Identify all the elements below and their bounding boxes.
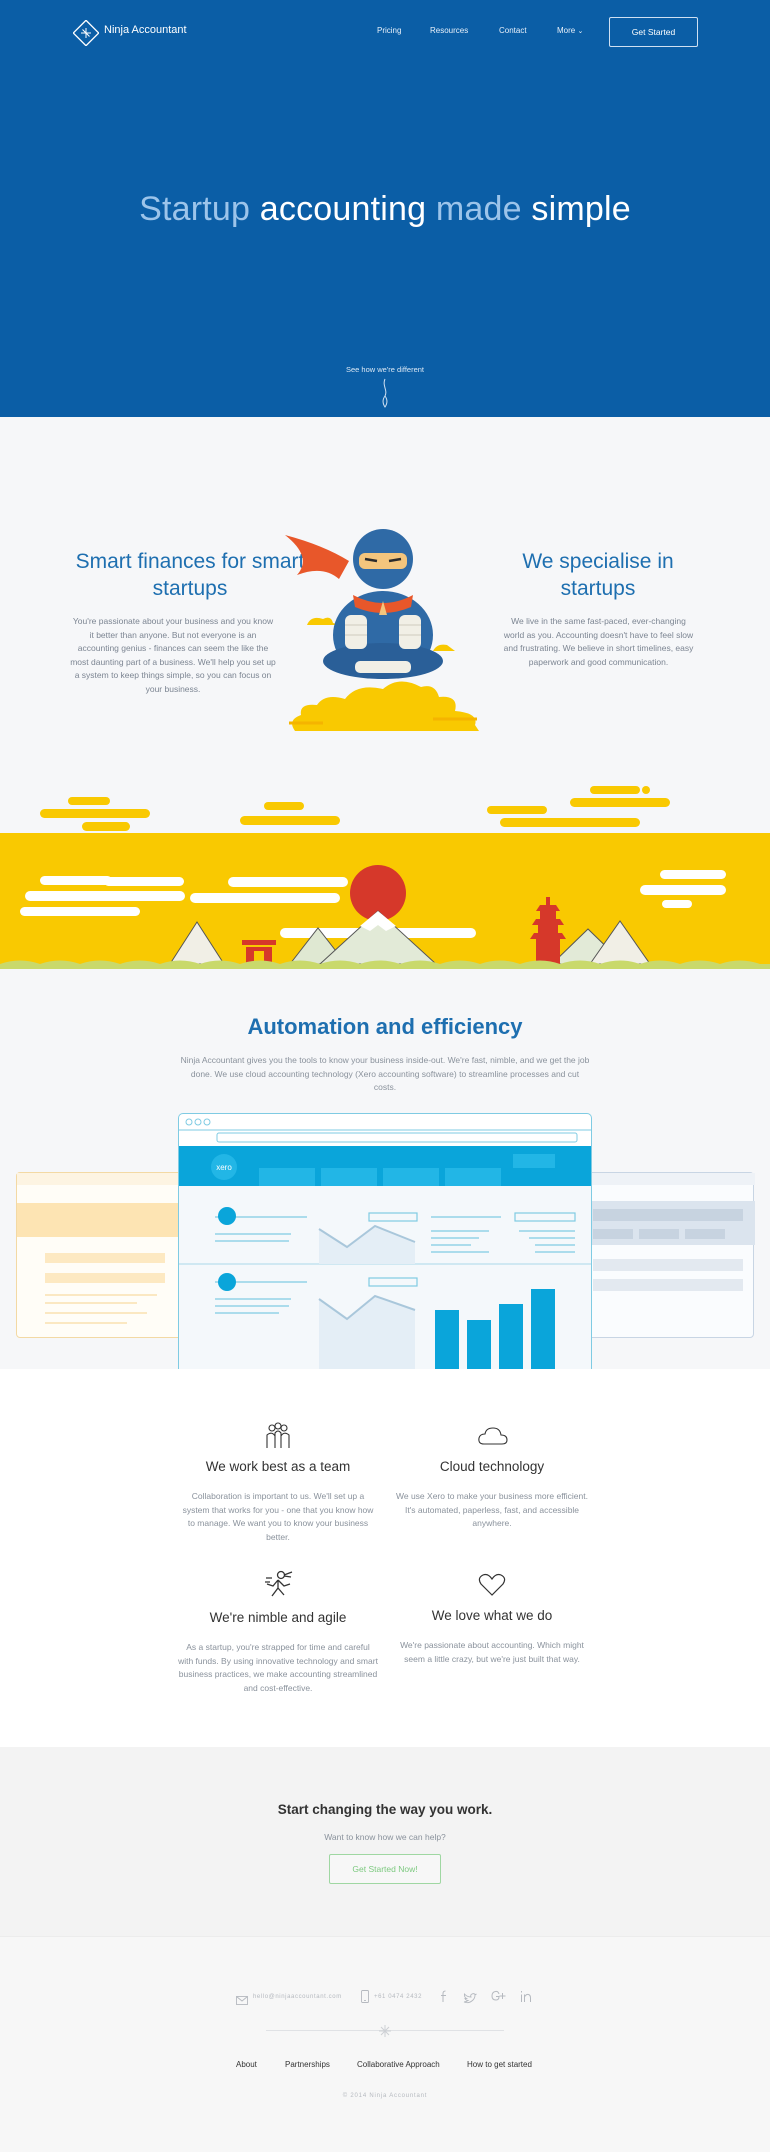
intro-left-title: Smart finances for smart startups: [75, 550, 305, 600]
copyright: © 2014 Ninja Accountant: [342, 2093, 428, 2099]
logo-icon[interactable]: [72, 19, 100, 47]
footer-email-link[interactable]: hello@ninjaaccountant.com: [253, 1994, 342, 2000]
feature-love-title: We love what we do: [431, 1608, 553, 1623]
intro-right-title: We specialise in startups: [522, 550, 674, 600]
hero-section: Ninja Accountant Pricing Resources Conta…: [0, 0, 770, 417]
cloud-icon: [477, 1425, 509, 1447]
xero-logo-text: xero: [216, 1162, 232, 1172]
sky-clouds-top: [0, 782, 770, 834]
get-started-button[interactable]: Get Started: [609, 17, 698, 47]
feature-cloud-text: We use Xero to make your business more e…: [396, 1491, 588, 1528]
feature-love-text: We're passionate about accounting. Which…: [400, 1640, 584, 1664]
intro-left-text: You're passionate about your business an…: [70, 616, 276, 694]
hero-title-part-3: made: [426, 190, 532, 228]
linkedin-icon[interactable]: [520, 1990, 532, 2003]
feature-nimble-title: We're nimble and agile: [209, 1610, 347, 1625]
footer-phone-link[interactable]: +61 0474 2432: [374, 1994, 422, 2000]
browser-window-right: [578, 1172, 755, 1338]
get-started-now-button[interactable]: Get Started Now!: [329, 1854, 441, 1884]
intro-right-text: We live in the same fast-paced, ever-cha…: [503, 616, 694, 667]
feature-nimble-text: As a startup, you're strapped for time a…: [178, 1642, 378, 1693]
team-icon: [263, 1422, 293, 1450]
hero-title: Startup accounting made simple: [0, 190, 770, 229]
logo-text[interactable]: Ninja Accountant: [104, 24, 187, 36]
nav-pricing[interactable]: Pricing: [377, 26, 401, 35]
nav-resources[interactable]: Resources: [430, 26, 468, 35]
features-section: [0, 1369, 770, 1747]
xero-logo: xero: [211, 1154, 237, 1180]
hero-title-part-4: simple: [531, 190, 631, 228]
hero-title-part-1: Startup: [139, 190, 260, 228]
footer: [0, 1936, 770, 2152]
cta-title: Start changing the way you work.: [277, 1802, 493, 1817]
footer-link-how-to[interactable]: How to get started: [467, 2060, 532, 2069]
footer-link-partnerships[interactable]: Partnerships: [285, 2060, 330, 2069]
feature-team-title: We work best as a team: [205, 1459, 351, 1474]
phone-icon[interactable]: [361, 1990, 369, 2003]
footer-divider-emblem-icon: [378, 2024, 392, 2038]
googleplus-icon[interactable]: [491, 1990, 506, 2003]
twitter-icon[interactable]: [463, 1991, 477, 2004]
mail-icon[interactable]: [236, 1992, 248, 2005]
automation-title: Automation and efficiency: [247, 1014, 523, 1039]
heart-icon: [478, 1573, 506, 1597]
nav-more-label: More: [557, 26, 576, 35]
feature-team-text: Collaboration is important to us. We'll …: [182, 1491, 374, 1542]
chevron-down-icon: ⌄: [577, 28, 584, 35]
ninja-illustration: [283, 515, 486, 737]
ninja-runner-icon: [264, 1570, 294, 1598]
see-how-link[interactable]: See how we're different: [0, 365, 770, 374]
facebook-icon[interactable]: [440, 1990, 448, 2003]
scroll-down-icon[interactable]: [379, 378, 391, 408]
feature-cloud-title: Cloud technology: [439, 1459, 545, 1474]
automation-text: Ninja Accountant gives you the tools to …: [180, 1055, 590, 1092]
footer-link-collaborative[interactable]: Collaborative Approach: [357, 2060, 440, 2069]
nav-contact[interactable]: Contact: [499, 26, 527, 35]
hero-title-part-2: accounting: [259, 190, 427, 228]
nav-more[interactable]: More ⌄: [557, 26, 583, 35]
cta-subtitle: Want to know how we can help?: [324, 1832, 446, 1842]
xero-browser-window: xero: [178, 1113, 592, 1369]
footer-link-about[interactable]: About: [236, 2060, 257, 2069]
landscape-band: [0, 833, 770, 969]
browser-window-left: [16, 1172, 195, 1338]
